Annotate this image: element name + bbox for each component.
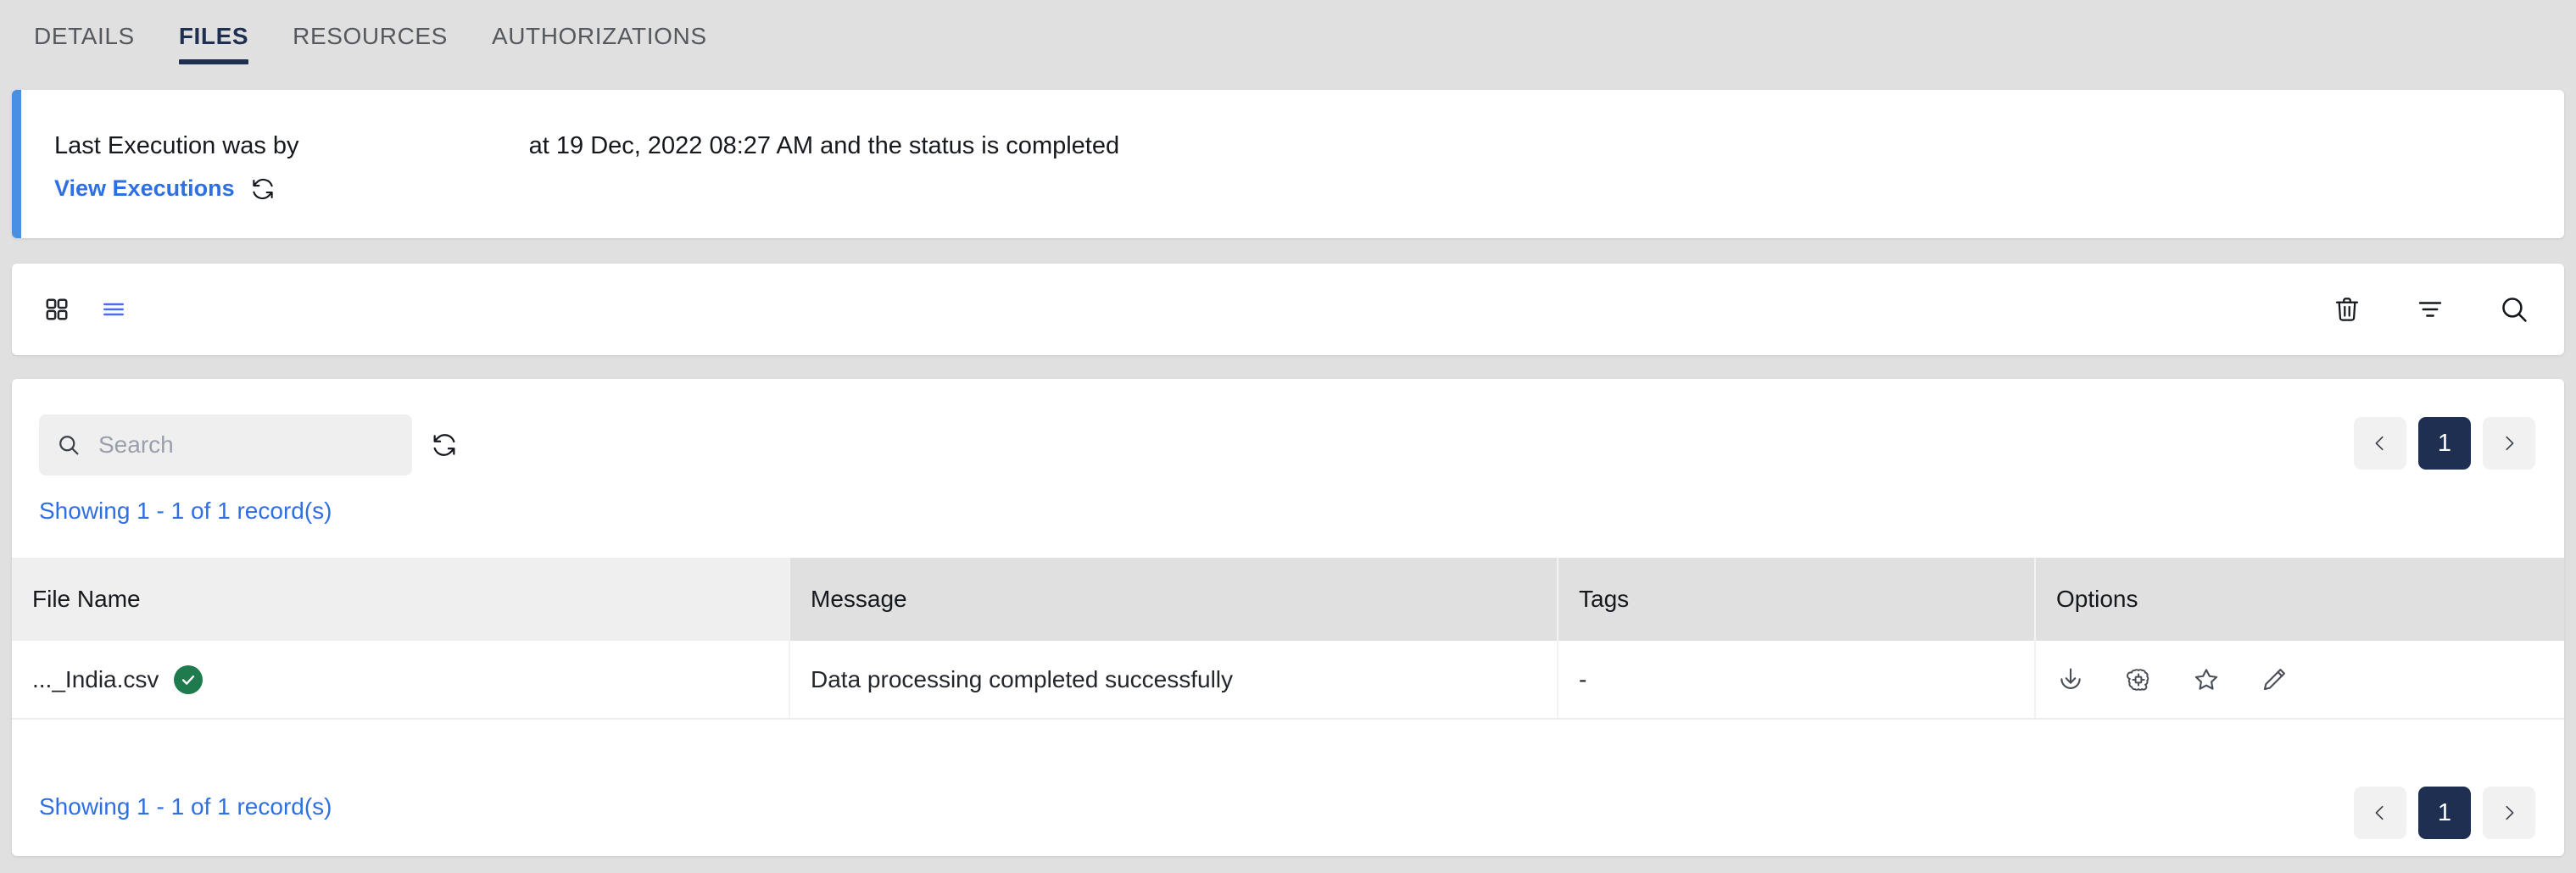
trash-icon[interactable] — [2332, 294, 2362, 325]
grid-view-icon[interactable] — [44, 297, 70, 322]
files-table-head: File Name Message Tags Options — [12, 558, 2564, 641]
file-name-text: ..._India.csv — [32, 665, 159, 692]
search-icon — [56, 432, 81, 458]
toolbar-actions-group — [2332, 264, 2530, 355]
tab-bar: DETAILS FILES RESOURCES AUTHORIZATIONS — [0, 0, 2576, 73]
edit-pencil-icon[interactable] — [2260, 665, 2289, 694]
cell-options — [2035, 641, 2564, 720]
tab-details[interactable]: DETAILS — [12, 0, 157, 73]
cell-tags: - — [1558, 641, 2036, 720]
execution-summary-line: Last Execution was by at 19 Dec, 2022 08… — [54, 132, 1119, 160]
tab-files-label: FILES — [178, 23, 249, 49]
files-tab-page: DETAILS FILES RESOURCES AUTHORIZATIONS L… — [0, 0, 2576, 873]
pagination-prev-button-bottom[interactable] — [2354, 787, 2406, 839]
records-summary-bottom: Showing 1 - 1 of 1 record(s) — [39, 793, 332, 820]
pagination-bottom: 1 — [2354, 787, 2535, 839]
cell-message: Data processing completed successfully — [789, 641, 1558, 720]
table-header-row: File Name Message Tags Options — [12, 558, 2564, 641]
table-footer-row: Showing 1 - 1 of 1 record(s) 1 — [12, 763, 2564, 856]
view-toolbar — [12, 264, 2564, 355]
files-table-body: ..._India.csv Data processing completed … — [12, 641, 2564, 720]
column-header-message[interactable]: Message — [789, 558, 1558, 641]
column-header-options[interactable]: Options — [2035, 558, 2564, 641]
star-icon[interactable] — [2192, 665, 2221, 694]
tab-authorizations-label: AUTHORIZATIONS — [491, 23, 707, 49]
tab-resources[interactable]: RESOURCES — [270, 0, 470, 73]
records-summary-top: Showing 1 - 1 of 1 record(s) — [39, 498, 332, 524]
success-check-icon — [174, 664, 204, 694]
refresh-icon[interactable] — [250, 176, 276, 202]
tab-files[interactable]: FILES — [157, 0, 270, 73]
tab-details-label: DETAILS — [34, 23, 135, 49]
search-box[interactable] — [39, 414, 412, 475]
tab-authorizations[interactable]: AUTHORIZATIONS — [470, 0, 729, 73]
table-row[interactable]: ..._India.csv Data processing completed … — [12, 641, 2564, 720]
search-input[interactable] — [97, 431, 385, 459]
search-group — [39, 414, 458, 475]
column-header-tags[interactable]: Tags — [1558, 558, 2036, 641]
pagination-top: 1 — [2354, 417, 2535, 470]
list-view-icon[interactable] — [100, 296, 127, 323]
refresh-icon[interactable] — [431, 431, 458, 459]
table-toolbar-row: 1 Showing 1 - 1 of 1 record(s) — [12, 379, 2564, 524]
pagination-next-button[interactable] — [2483, 417, 2535, 470]
execution-prefix-text: Last Execution was by — [54, 132, 299, 159]
files-table: File Name Message Tags Options ..._India… — [12, 558, 2564, 720]
pagination-next-button-bottom[interactable] — [2483, 787, 2535, 839]
filter-icon[interactable] — [2415, 294, 2445, 325]
view-executions-row: View Executions — [54, 175, 276, 202]
execution-detail-text: at 19 Dec, 2022 08:27 AM and the status … — [528, 132, 1120, 159]
brain-icon[interactable] — [2124, 665, 2153, 694]
tab-resources-label: RESOURCES — [293, 23, 448, 49]
last-execution-banner: Last Execution was by at 19 Dec, 2022 08… — [12, 90, 2564, 238]
banner-accent-bar — [12, 90, 21, 238]
pagination-page-1-button-bottom[interactable]: 1 — [2418, 787, 2471, 839]
files-table-card: 1 Showing 1 - 1 of 1 record(s) File Name — [12, 379, 2564, 856]
search-icon[interactable] — [2498, 293, 2530, 325]
file-name-wrapper: ..._India.csv — [32, 664, 789, 694]
pagination-page-1-button[interactable]: 1 — [2418, 417, 2471, 470]
row-options-group — [2056, 665, 2564, 694]
cell-file-name: ..._India.csv — [12, 641, 790, 720]
pagination-prev-button[interactable] — [2354, 417, 2406, 470]
view-mode-group — [44, 264, 127, 355]
column-header-file-name[interactable]: File Name — [12, 558, 790, 641]
view-executions-link[interactable]: View Executions — [54, 175, 235, 202]
download-icon[interactable] — [2056, 665, 2085, 694]
